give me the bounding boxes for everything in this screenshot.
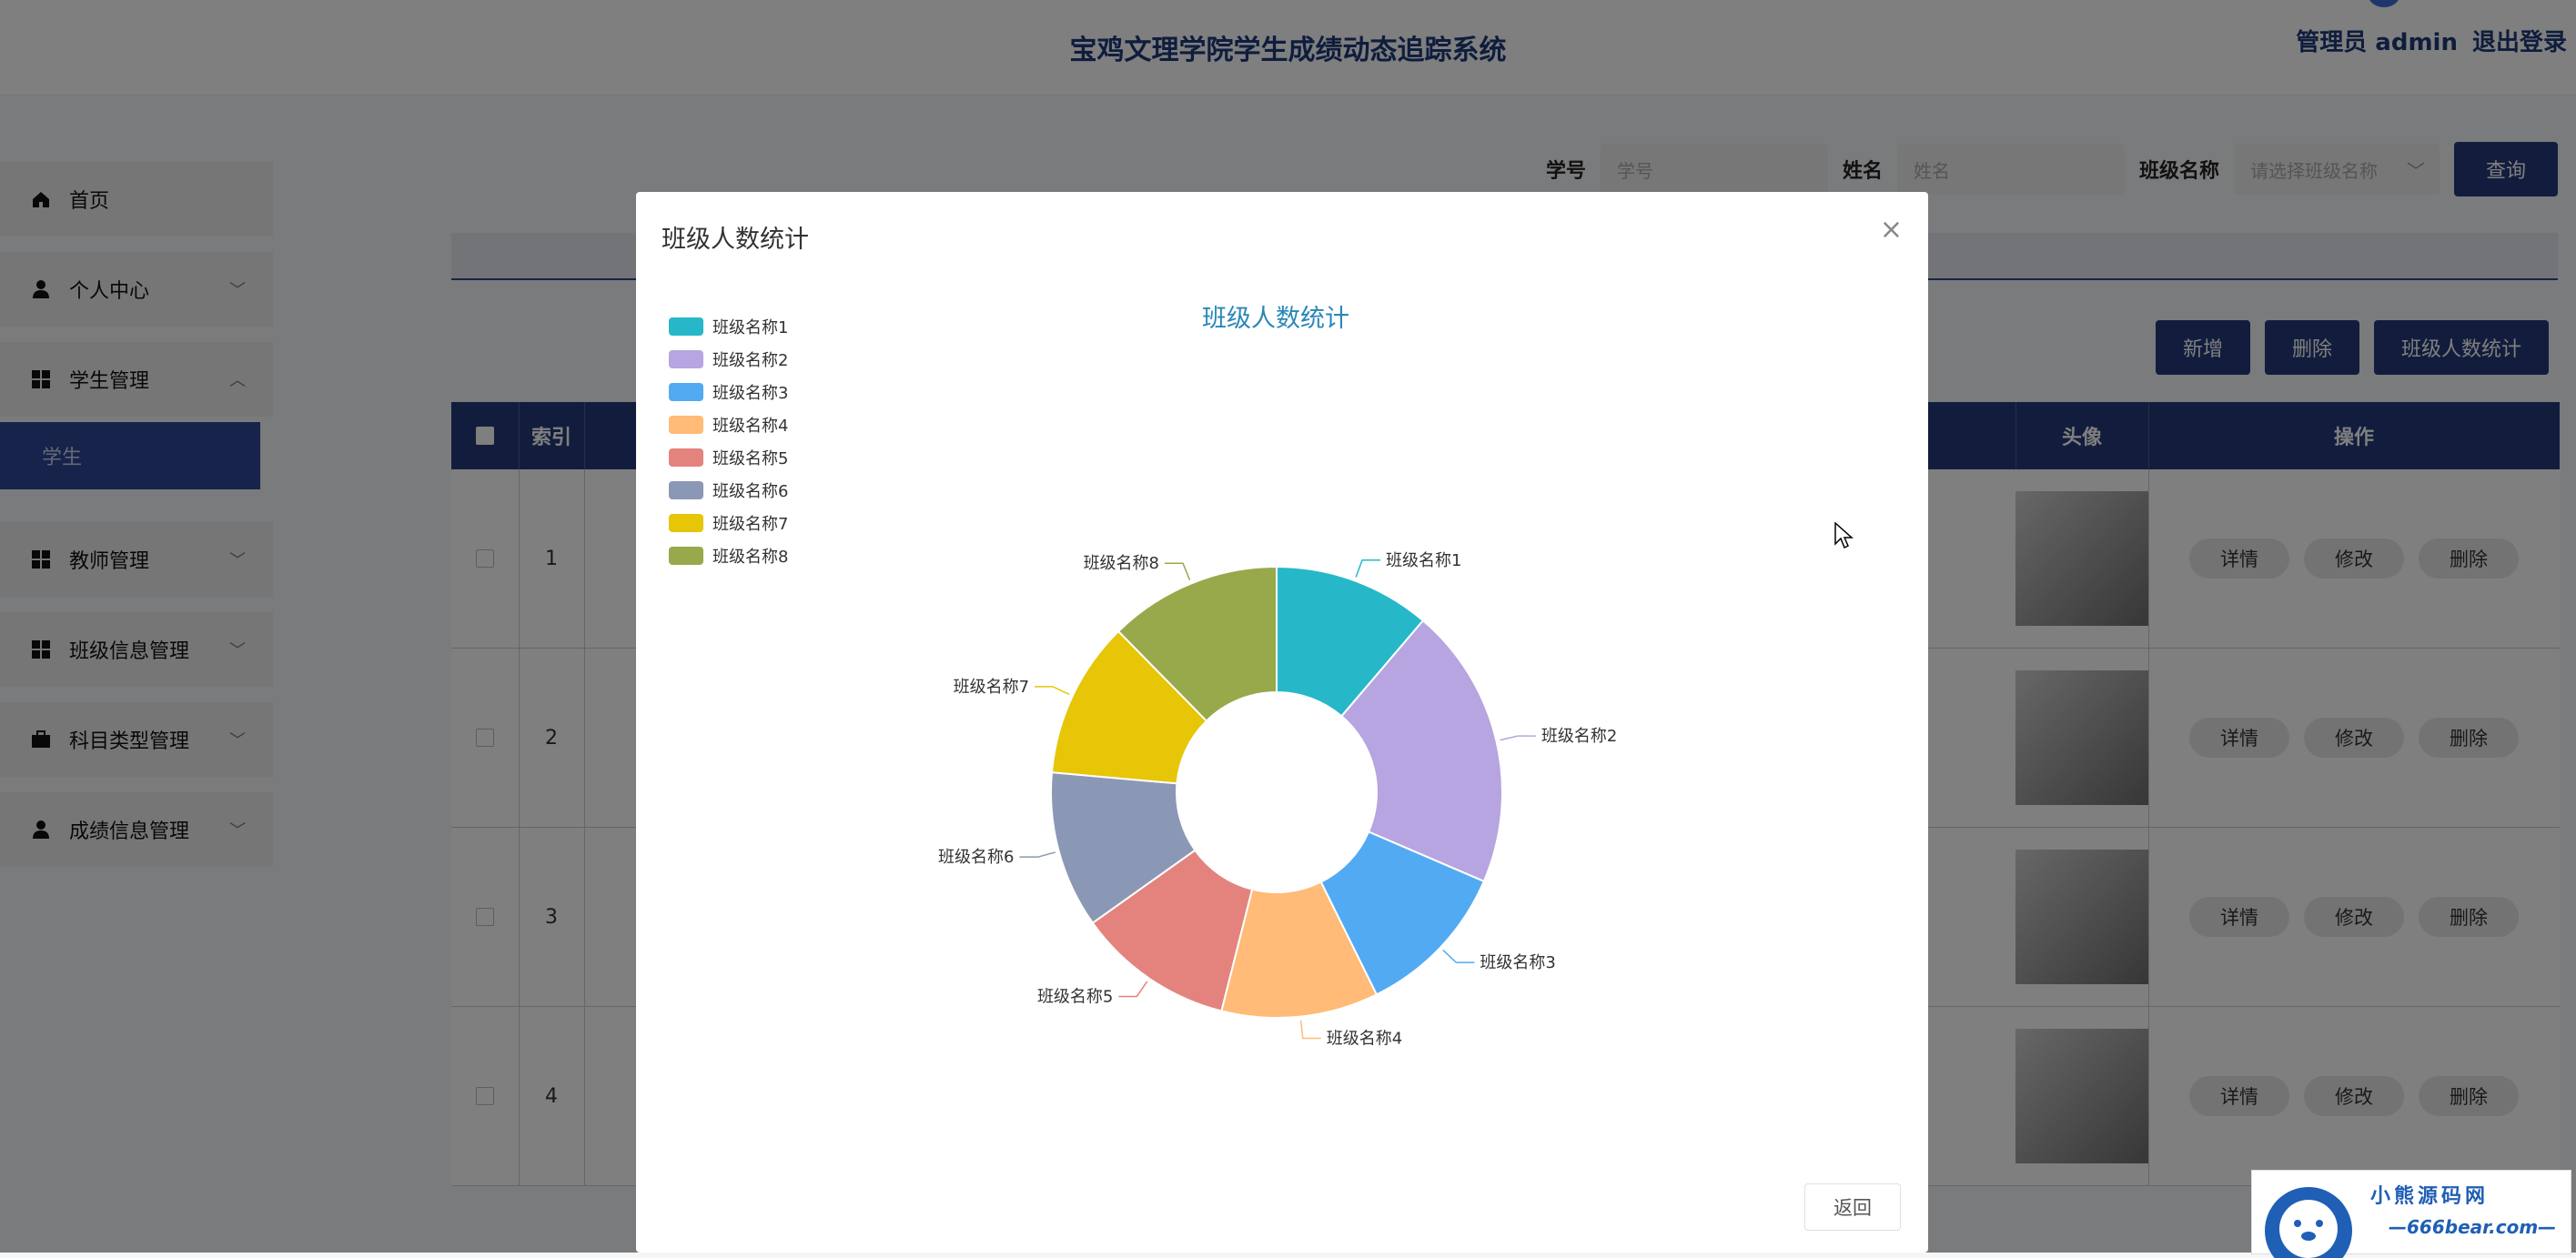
slice-label: 班级名称3 bbox=[1480, 953, 1555, 972]
legend-label: 班级名称7 bbox=[712, 515, 789, 534]
watermark-logo: 小熊源码网 —666bear.com— bbox=[2251, 1170, 2571, 1258]
legend-swatch bbox=[669, 350, 703, 368]
class-count-donut-chart: 班级人数统计 班级名称1 班级名称2 班级名称3 班级名称4 班级名称5 班级名称6 班级名… bbox=[938, 305, 1617, 1048]
legend-item[interactable]: 班级名称1 bbox=[669, 310, 788, 343]
slice-leader-line bbox=[1500, 735, 1536, 741]
chart-title: 班级人数统计 bbox=[1202, 305, 1349, 333]
legend-label: 班级名称3 bbox=[712, 384, 789, 403]
legend-swatch bbox=[669, 481, 703, 499]
watermark-line1: 小熊源码网 bbox=[2370, 1185, 2490, 1208]
bear-logo-icon bbox=[2265, 1187, 2352, 1258]
legend-item[interactable]: 班级名称7 bbox=[669, 507, 788, 539]
slice-label: 班级名称5 bbox=[1037, 987, 1113, 1006]
slice-leader-line bbox=[1165, 562, 1191, 581]
legend-item[interactable]: 班级名称5 bbox=[669, 441, 788, 474]
slice-leader-line bbox=[1299, 1020, 1321, 1040]
watermark-line2: —666bear.com— bbox=[2389, 1216, 2557, 1238]
slice-label: 班级名称8 bbox=[1084, 554, 1159, 573]
legend-swatch bbox=[669, 514, 703, 532]
slice-leader-line bbox=[1019, 851, 1056, 858]
legend-item[interactable]: 班级名称6 bbox=[669, 474, 788, 507]
slice-leader-line bbox=[1035, 686, 1070, 696]
legend-swatch bbox=[669, 383, 703, 401]
legend-label: 班级名称2 bbox=[712, 351, 789, 370]
slice-label: 班级名称6 bbox=[938, 848, 1014, 867]
slice-label: 班级名称4 bbox=[1327, 1029, 1402, 1048]
legend-swatch bbox=[669, 416, 703, 434]
legend-item[interactable]: 班级名称3 bbox=[669, 376, 788, 408]
legend-label: 班级名称8 bbox=[712, 548, 789, 567]
slice-leader-line bbox=[1355, 559, 1381, 578]
legend-label: 班级名称1 bbox=[712, 318, 789, 337]
legend-label: 班级名称5 bbox=[712, 449, 789, 468]
return-button[interactable]: 返回 bbox=[1804, 1183, 1901, 1231]
mouse-cursor-icon bbox=[1834, 522, 1854, 549]
legend-swatch bbox=[669, 448, 703, 467]
legend-swatch bbox=[669, 317, 703, 336]
slice-label: 班级名称7 bbox=[954, 678, 1029, 697]
legend-label: 班级名称4 bbox=[712, 417, 789, 436]
slice-leader-line bbox=[1118, 981, 1148, 998]
class-stats-dialog: 班级人数统计 × 班级人数统计 班级名称1 班级名称2 班级名称3 班级名称4 班级名称… bbox=[636, 192, 1928, 1253]
legend-item[interactable]: 班级名称4 bbox=[669, 408, 788, 441]
legend-swatch bbox=[669, 547, 703, 565]
slice-leader-line bbox=[1442, 949, 1475, 963]
legend-item[interactable]: 班级名称2 bbox=[669, 343, 788, 376]
slice-label: 班级名称2 bbox=[1541, 727, 1617, 746]
slice-label: 班级名称1 bbox=[1386, 551, 1461, 570]
legend-item[interactable]: 班级名称8 bbox=[669, 539, 788, 572]
chart-legend: 班级名称1 班级名称2 班级名称3 班级名称4 班级名称5 班级名称6 班级名称7 班级名称8 bbox=[669, 310, 788, 572]
legend-label: 班级名称6 bbox=[712, 482, 789, 501]
